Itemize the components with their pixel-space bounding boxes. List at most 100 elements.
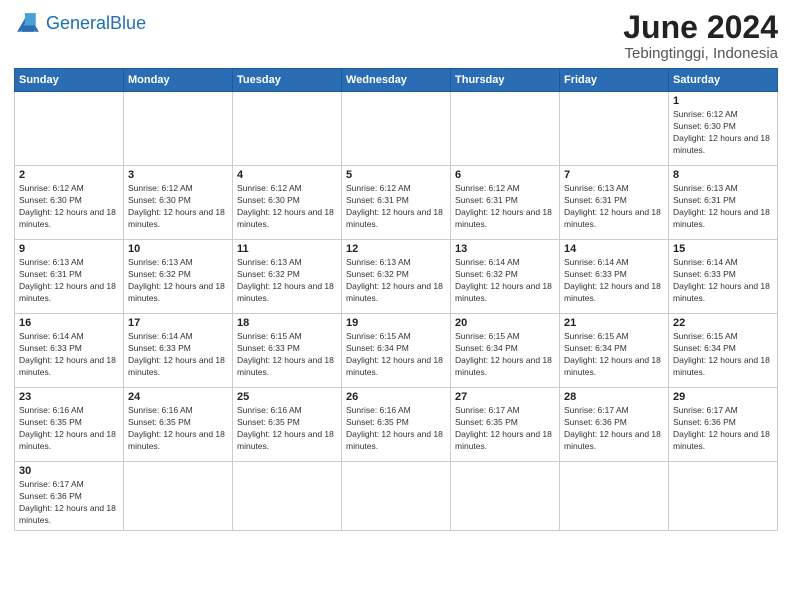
day-info: Sunrise: 6:14 AMSunset: 6:33 PMDaylight:…: [564, 257, 664, 305]
table-row: 5 Sunrise: 6:12 AMSunset: 6:31 PMDaylight…: [342, 166, 451, 240]
table-row: [560, 462, 669, 531]
day-number: 3: [128, 169, 228, 181]
calendar-table: Sunday Monday Tuesday Wednesday Thursday…: [14, 68, 778, 531]
table-row: 4 Sunrise: 6:12 AMSunset: 6:30 PMDaylight…: [233, 166, 342, 240]
calendar-header-row: Sunday Monday Tuesday Wednesday Thursday…: [15, 69, 778, 92]
table-row: 26 Sunrise: 6:16 AMSunset: 6:35 PMDayligh…: [342, 388, 451, 462]
calendar-week-row: 2 Sunrise: 6:12 AMSunset: 6:30 PMDaylight…: [15, 166, 778, 240]
day-info: Sunrise: 6:16 AMSunset: 6:35 PMDaylight:…: [128, 405, 228, 453]
day-info: Sunrise: 6:15 AMSunset: 6:34 PMDaylight:…: [673, 331, 773, 379]
header-thursday: Thursday: [451, 69, 560, 92]
day-info: Sunrise: 6:12 AMSunset: 6:30 PMDaylight:…: [128, 183, 228, 231]
table-row: 11 Sunrise: 6:13 AMSunset: 6:32 PMDayligh…: [233, 240, 342, 314]
day-info: Sunrise: 6:17 AMSunset: 6:36 PMDaylight:…: [19, 479, 119, 527]
table-row: [342, 462, 451, 531]
day-info: Sunrise: 6:13 AMSunset: 6:32 PMDaylight:…: [237, 257, 337, 305]
calendar-title: June 2024: [623, 10, 778, 45]
table-row: [15, 92, 124, 166]
day-info: Sunrise: 6:13 AMSunset: 6:31 PMDaylight:…: [673, 183, 773, 231]
day-number: 4: [237, 169, 337, 181]
calendar-subtitle: Tebingtinggi, Indonesia: [623, 45, 778, 62]
calendar-week-row: 23 Sunrise: 6:16 AMSunset: 6:35 PMDayligh…: [15, 388, 778, 462]
table-row: 24 Sunrise: 6:16 AMSunset: 6:35 PMDayligh…: [124, 388, 233, 462]
header-saturday: Saturday: [669, 69, 778, 92]
day-info: Sunrise: 6:14 AMSunset: 6:33 PMDaylight:…: [128, 331, 228, 379]
logo-icon: [14, 10, 42, 38]
table-row: [124, 462, 233, 531]
table-row: [560, 92, 669, 166]
day-number: 15: [673, 243, 773, 255]
day-number: 28: [564, 391, 664, 403]
logo-blue: Blue: [110, 13, 146, 33]
day-number: 11: [237, 243, 337, 255]
day-info: Sunrise: 6:17 AMSunset: 6:35 PMDaylight:…: [455, 405, 555, 453]
table-row: [451, 92, 560, 166]
day-info: Sunrise: 6:15 AMSunset: 6:33 PMDaylight:…: [237, 331, 337, 379]
day-number: 29: [673, 391, 773, 403]
day-info: Sunrise: 6:12 AMSunset: 6:30 PMDaylight:…: [19, 183, 119, 231]
day-info: Sunrise: 6:13 AMSunset: 6:32 PMDaylight:…: [346, 257, 446, 305]
table-row: 17 Sunrise: 6:14 AMSunset: 6:33 PMDayligh…: [124, 314, 233, 388]
day-number: 22: [673, 317, 773, 329]
day-number: 26: [346, 391, 446, 403]
table-row: 25 Sunrise: 6:16 AMSunset: 6:35 PMDayligh…: [233, 388, 342, 462]
table-row: 2 Sunrise: 6:12 AMSunset: 6:30 PMDaylight…: [15, 166, 124, 240]
table-row: 23 Sunrise: 6:16 AMSunset: 6:35 PMDayligh…: [15, 388, 124, 462]
table-row: 13Sunrise: 6:14 AMSunset: 6:32 PMDayligh…: [451, 240, 560, 314]
day-info: Sunrise: 6:12 AMSunset: 6:31 PMDaylight:…: [455, 183, 555, 231]
header-friday: Friday: [560, 69, 669, 92]
day-number: 12: [346, 243, 446, 255]
day-info: Sunrise: 6:16 AMSunset: 6:35 PMDaylight:…: [19, 405, 119, 453]
day-number: 23: [19, 391, 119, 403]
day-info: Sunrise: 6:14 AMSunset: 6:33 PMDaylight:…: [19, 331, 119, 379]
day-number: 2: [19, 169, 119, 181]
day-number: 25: [237, 391, 337, 403]
day-number: 20: [455, 317, 555, 329]
day-number: 5: [346, 169, 446, 181]
table-row: 6Sunrise: 6:12 AMSunset: 6:31 PMDaylight…: [451, 166, 560, 240]
table-row: 18 Sunrise: 6:15 AMSunset: 6:33 PMDayligh…: [233, 314, 342, 388]
table-row: [124, 92, 233, 166]
table-row: [451, 462, 560, 531]
day-info: Sunrise: 6:16 AMSunset: 6:35 PMDaylight:…: [237, 405, 337, 453]
day-info: Sunrise: 6:15 AMSunset: 6:34 PMDaylight:…: [346, 331, 446, 379]
day-info: Sunrise: 6:15 AMSunset: 6:34 PMDaylight:…: [564, 331, 664, 379]
page: GeneralBlue June 2024 Tebingtinggi, Indo…: [0, 0, 792, 541]
table-row: 28Sunrise: 6:17 AMSunset: 6:36 PMDayligh…: [560, 388, 669, 462]
day-number: 14: [564, 243, 664, 255]
table-row: [233, 462, 342, 531]
table-row: 12 Sunrise: 6:13 AMSunset: 6:32 PMDayligh…: [342, 240, 451, 314]
logo: GeneralBlue: [14, 10, 146, 38]
calendar-week-row: 16 Sunrise: 6:14 AMSunset: 6:33 PMDayligh…: [15, 314, 778, 388]
table-row: [669, 462, 778, 531]
day-number: 30: [19, 465, 119, 477]
table-row: 19 Sunrise: 6:15 AMSunset: 6:34 PMDayligh…: [342, 314, 451, 388]
calendar-week-row: 30 Sunrise: 6:17 AMSunset: 6:36 PMDayligh…: [15, 462, 778, 531]
table-row: 10Sunrise: 6:13 AMSunset: 6:32 PMDayligh…: [124, 240, 233, 314]
table-row: 9Sunrise: 6:13 AMSunset: 6:31 PMDaylight…: [15, 240, 124, 314]
header: GeneralBlue June 2024 Tebingtinggi, Indo…: [14, 10, 778, 62]
day-info: Sunrise: 6:12 AMSunset: 6:31 PMDaylight:…: [346, 183, 446, 231]
day-number: 8: [673, 169, 773, 181]
header-sunday: Sunday: [15, 69, 124, 92]
logo-general: General: [46, 13, 110, 33]
table-row: 29Sunrise: 6:17 AMSunset: 6:36 PMDayligh…: [669, 388, 778, 462]
day-info: Sunrise: 6:16 AMSunset: 6:35 PMDaylight:…: [346, 405, 446, 453]
day-info: Sunrise: 6:12 AMSunset: 6:30 PMDaylight:…: [237, 183, 337, 231]
table-row: 21 Sunrise: 6:15 AMSunset: 6:34 PMDayligh…: [560, 314, 669, 388]
day-number: 21: [564, 317, 664, 329]
day-number: 18: [237, 317, 337, 329]
header-monday: Monday: [124, 69, 233, 92]
day-info: Sunrise: 6:13 AMSunset: 6:32 PMDaylight:…: [128, 257, 228, 305]
table-row: 20Sunrise: 6:15 AMSunset: 6:34 PMDayligh…: [451, 314, 560, 388]
day-number: 19: [346, 317, 446, 329]
day-number: 9: [19, 243, 119, 255]
day-number: 17: [128, 317, 228, 329]
day-number: 24: [128, 391, 228, 403]
table-row: 14 Sunrise: 6:14 AMSunset: 6:33 PMDayligh…: [560, 240, 669, 314]
calendar-week-row: 1Sunrise: 6:12 AMSunset: 6:30 PMDaylight…: [15, 92, 778, 166]
day-info: Sunrise: 6:13 AMSunset: 6:31 PMDaylight:…: [564, 183, 664, 231]
day-number: 27: [455, 391, 555, 403]
day-number: 16: [19, 317, 119, 329]
header-tuesday: Tuesday: [233, 69, 342, 92]
